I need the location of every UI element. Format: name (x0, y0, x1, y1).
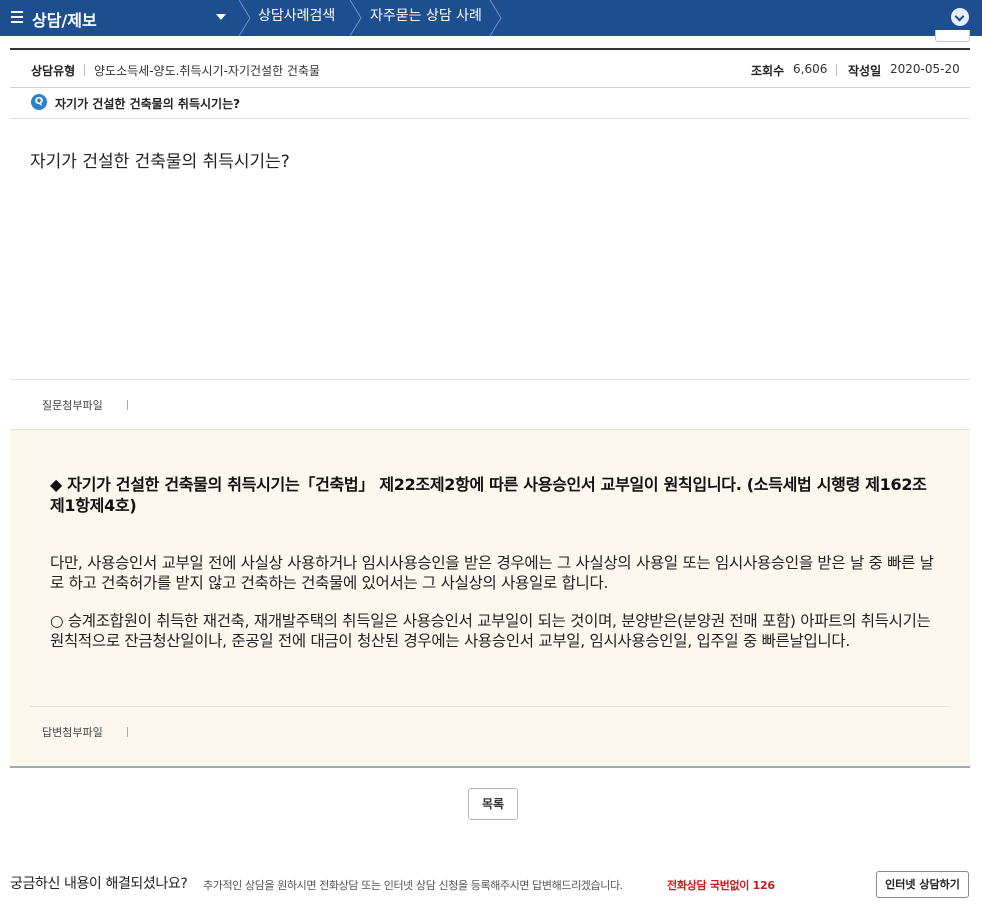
caret-down-icon[interactable] (216, 14, 226, 20)
question-attachment-row: 질문첨부파일 (10, 379, 970, 429)
divider (30, 706, 950, 707)
breadcrumb-faq-cases[interactable]: 자주묻는 상담 사례 (370, 0, 482, 36)
divider (836, 64, 837, 76)
breadcrumb-consult-search[interactable]: 상담사례검색 (258, 0, 335, 36)
date-label: 작성일 (848, 64, 882, 78)
footer-description: 추가적인 상담을 원하시면 전화상담 또는 인터넷 상담 신청을 등록해주시면 … (203, 879, 623, 892)
chevron-down-icon[interactable] (951, 8, 969, 26)
question-title: 자기가 건설한 건축물의 취득시기는? (55, 97, 241, 111)
views-label: 조회수 (751, 64, 785, 78)
divider (127, 400, 128, 410)
answer-paragraph: ○ 승계조합원이 취득한 재건축, 재개발주택의 취득일은 사용승인서 교부일이… (50, 612, 931, 650)
breadcrumb-separator-icon (489, 0, 503, 36)
answer-attachment-label: 답변첨부파일 (42, 726, 103, 739)
answer-headline: ◆ 자기가 건설한 건축물의 취득시기는「건축법」 제22조제2항에 따른 사용… (50, 475, 927, 515)
question-badge-icon: Q (31, 94, 47, 110)
menu-title: 상담/제보 (32, 11, 97, 30)
consult-type-label: 상담유형 (31, 64, 76, 78)
divider (84, 64, 85, 76)
post-meta-row: 상담유형 양도소득세-양도.취득시기-자기건설한 건축물 조회수 6,606 작… (10, 48, 970, 88)
divider (127, 727, 128, 737)
question-body: 자기가 건설한 건축물의 취득시기는? (30, 152, 290, 172)
answer-paragraph: 다만, 사용승인서 교부일 전에 사실상 사용하거나 임시사용승인을 받은 경우… (50, 554, 934, 592)
breadcrumb-separator-icon (349, 0, 363, 36)
footer-phone: 전화상담 국번없이 126 (667, 879, 775, 892)
footer-question: 궁금하신 내용이 해결되셨나요? (10, 876, 188, 892)
hamburger-icon[interactable] (11, 11, 23, 23)
answer-panel: ◆ 자기가 건설한 건축물의 취득시기는「건축법」 제22조제2항에 따른 사용… (10, 429, 970, 768)
breadcrumb-separator-icon (238, 0, 252, 36)
consult-type-value: 양도소득세-양도.취득시기-자기건설한 건축물 (94, 64, 321, 78)
list-button[interactable]: 목록 (468, 788, 518, 820)
menu-dropdown[interactable]: 상담/제보 (0, 0, 238, 36)
tool-button[interactable] (935, 30, 970, 42)
footer-help-bar: 궁금하신 내용이 해결되셨나요? 추가적인 상담을 원하시면 전화상담 또는 인… (10, 870, 972, 898)
question-attachment-label: 질문첨부파일 (42, 399, 103, 412)
question-title-row: Q 자기가 건설한 건축물의 취득시기는? (10, 88, 970, 119)
views-value: 6,606 (793, 62, 828, 76)
date-value: 2020-05-20 (890, 62, 960, 76)
top-navigation-bar: 상담/제보 상담사례검색 자주묻는 상담 사례 (0, 0, 982, 36)
internet-consult-button[interactable]: 인터넷 상담하기 (876, 871, 969, 898)
